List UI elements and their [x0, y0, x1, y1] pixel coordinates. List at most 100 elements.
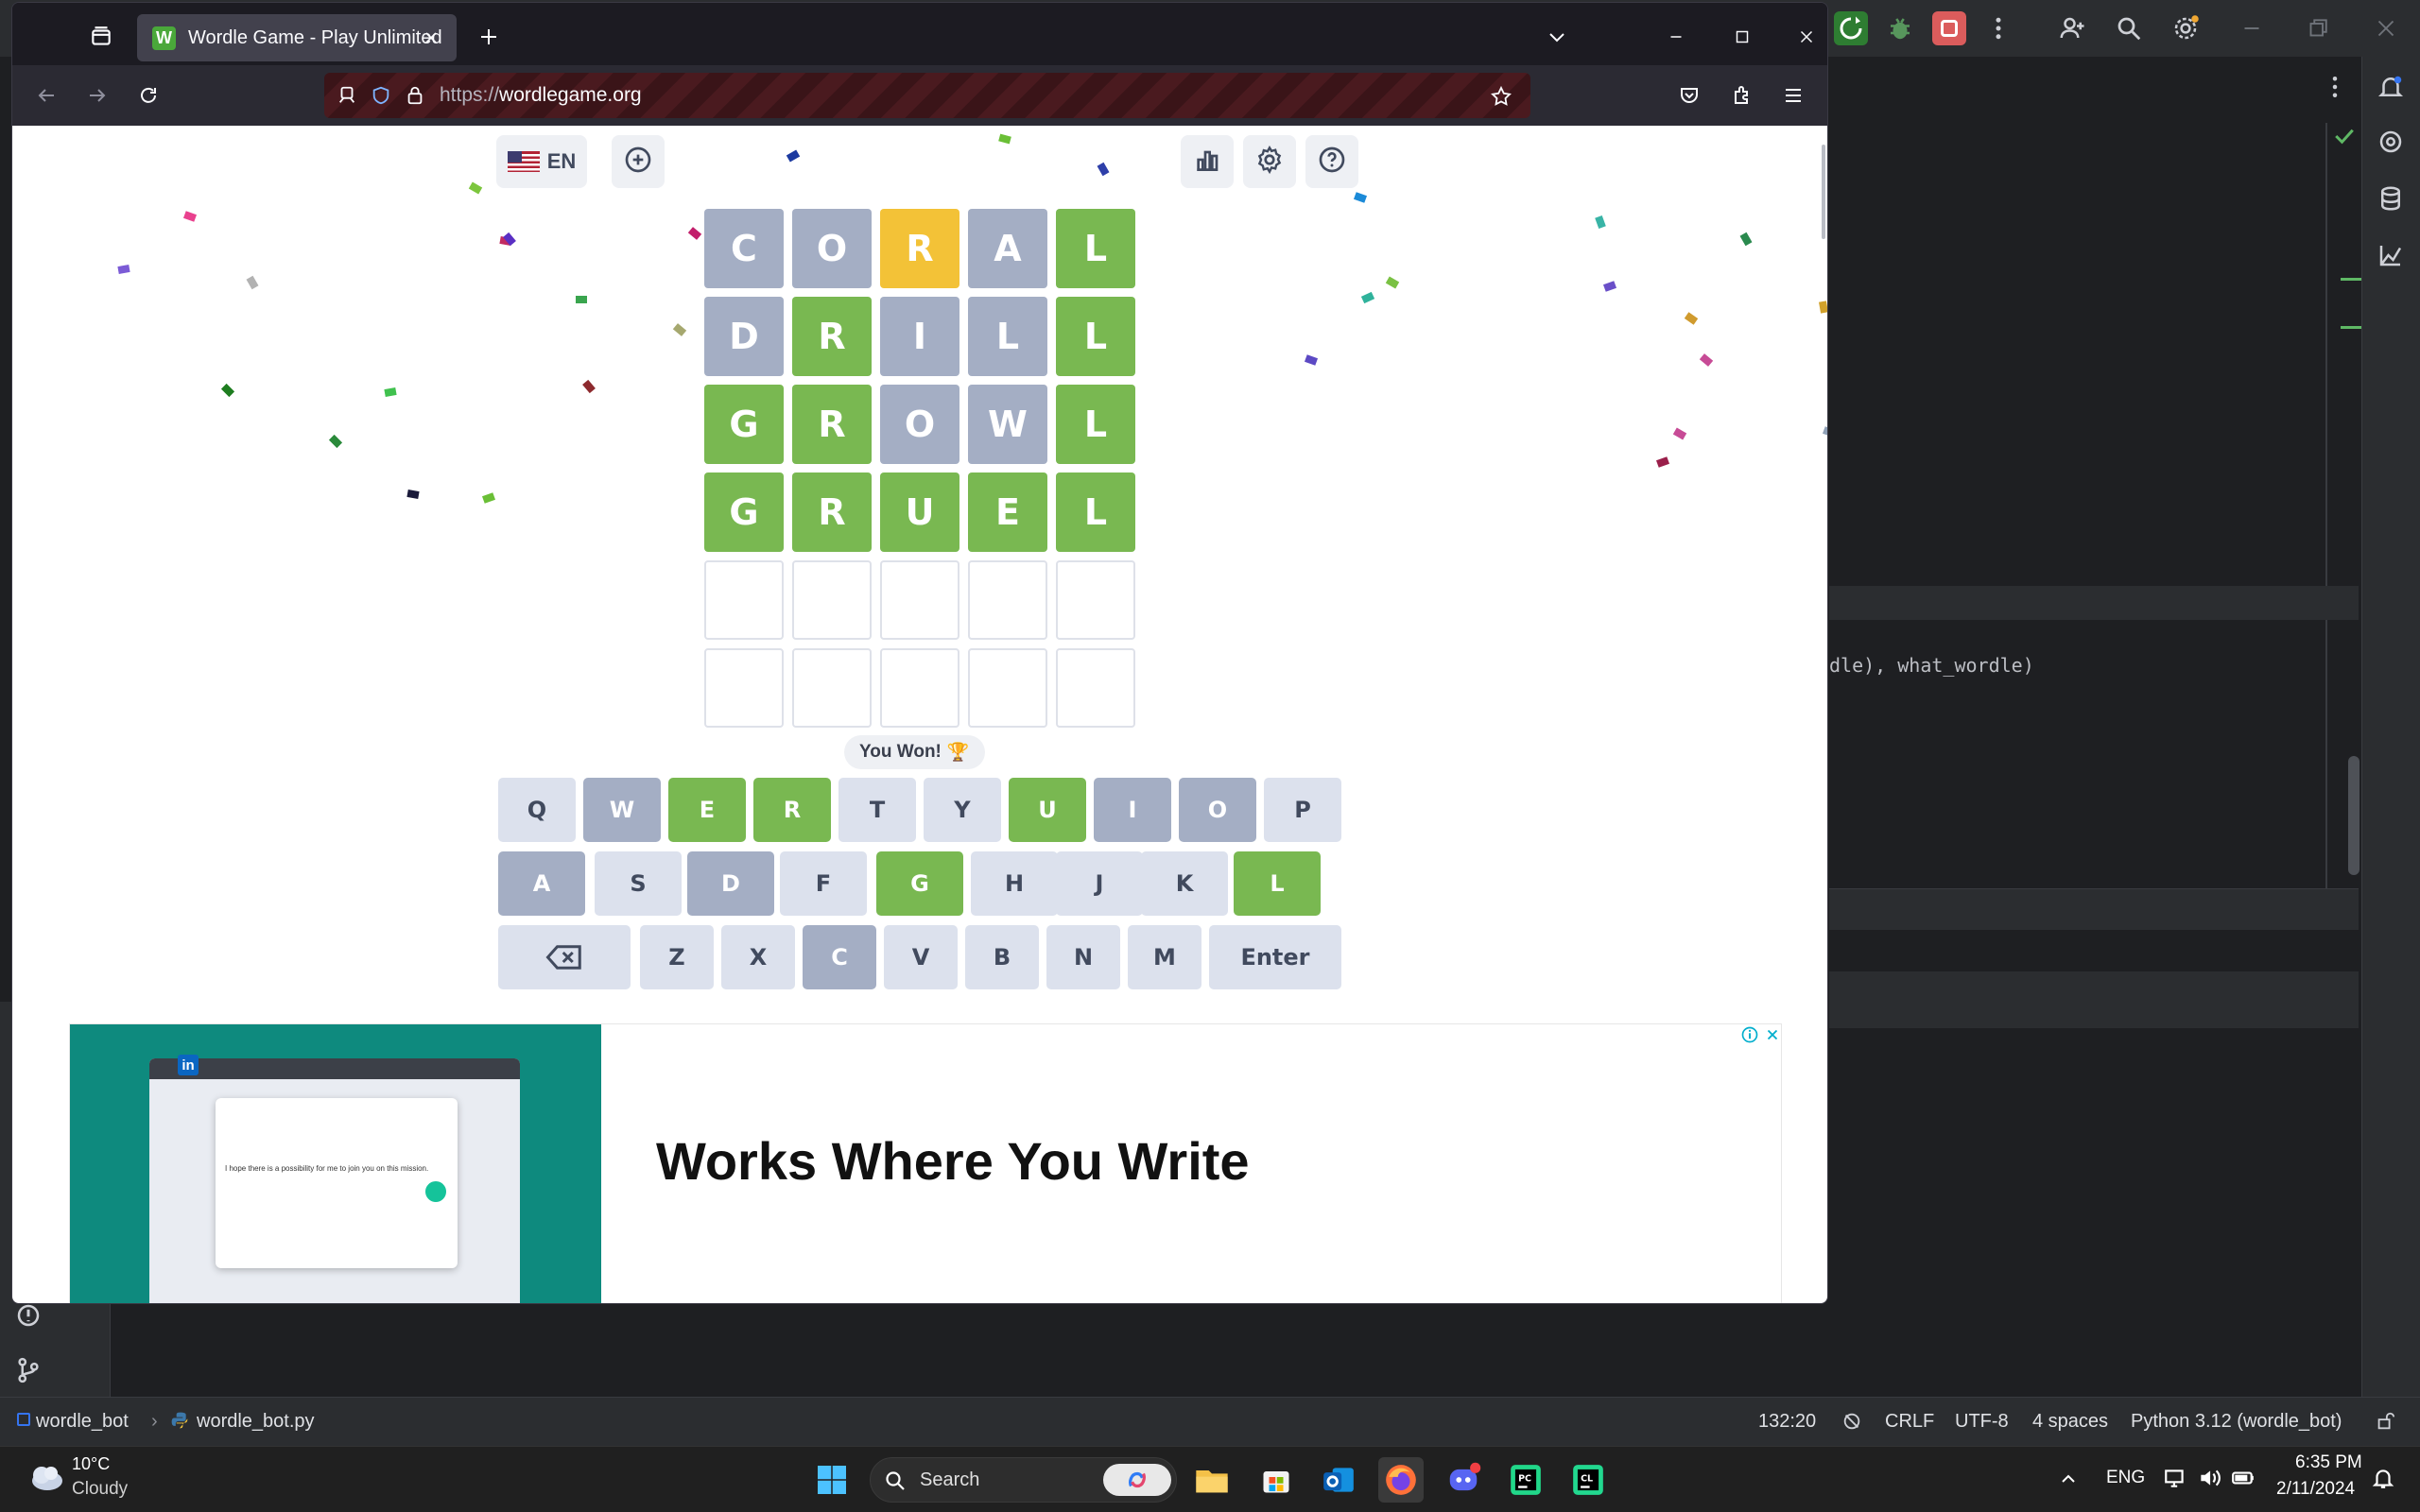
page-scrollbar[interactable]: [1822, 145, 1825, 239]
ad-image[interactable]: in I hope there is a possibility for me …: [70, 1024, 601, 1303]
key-p[interactable]: P: [1264, 778, 1341, 842]
database-icon[interactable]: [2374, 181, 2408, 215]
help-button[interactable]: [1305, 135, 1358, 188]
key-b[interactable]: B: [965, 925, 1039, 989]
store-icon[interactable]: [1253, 1457, 1299, 1503]
tray-overflow-icon[interactable]: [2057, 1468, 2080, 1495]
statistics-button[interactable]: [1181, 135, 1234, 188]
key-f[interactable]: F: [780, 851, 867, 916]
breadcrumb-file[interactable]: wordle_bot.py: [197, 1411, 315, 1433]
firefox-icon[interactable]: [1378, 1457, 1424, 1503]
clock-date[interactable]: 2/11/2024: [2276, 1479, 2355, 1500]
ai-assistant-icon[interactable]: [2374, 125, 2408, 159]
key-z[interactable]: Z: [640, 925, 714, 989]
key-l[interactable]: L: [1234, 851, 1321, 916]
notifications-icon[interactable]: [2374, 70, 2408, 104]
key-k[interactable]: K: [1141, 851, 1228, 916]
reload-icon[interactable]: [131, 78, 165, 112]
settings-button[interactable]: [1243, 135, 1296, 188]
search-icon[interactable]: [2112, 11, 2146, 45]
restore-icon[interactable]: [2301, 11, 2335, 45]
indent-setting[interactable]: 4 spaces: [2032, 1411, 2108, 1433]
input-language[interactable]: ENG: [2106, 1468, 2145, 1488]
readonly-toggle-icon[interactable]: [2375, 1411, 2395, 1432]
editor-scrollbar[interactable]: [2348, 756, 2360, 875]
key-i[interactable]: I: [1094, 778, 1171, 842]
close-icon[interactable]: [2369, 11, 2403, 45]
settings-icon[interactable]: [2169, 11, 2203, 45]
app-menu-icon[interactable]: [1776, 78, 1810, 112]
key-r[interactable]: R: [753, 778, 831, 842]
key-h[interactable]: H: [971, 851, 1058, 916]
pocket-icon[interactable]: [1672, 78, 1706, 112]
window-minimize-icon[interactable]: [1659, 20, 1693, 54]
forward-icon[interactable]: [80, 78, 114, 112]
back-icon[interactable]: [29, 78, 63, 112]
key-w[interactable]: W: [583, 778, 661, 842]
pycharm-icon[interactable]: PC: [1503, 1457, 1548, 1503]
backspace-key[interactable]: [498, 925, 631, 989]
line-ending[interactable]: CRLF: [1885, 1411, 1934, 1433]
ai-status-icon[interactable]: [1841, 1411, 1862, 1432]
firefox-view-icon[interactable]: [82, 18, 120, 56]
debug-icon[interactable]: [1883, 11, 1917, 45]
key-n[interactable]: N: [1046, 925, 1120, 989]
git-icon[interactable]: [11, 1353, 45, 1387]
start-icon[interactable]: [809, 1457, 855, 1503]
key-d[interactable]: D: [687, 851, 774, 916]
language-button[interactable]: EN: [496, 135, 587, 188]
tab-wordle[interactable]: W Wordle Game - Play Unlimited: [137, 14, 457, 61]
battery-icon[interactable]: [2231, 1466, 2256, 1495]
file-explorer-icon[interactable]: [1189, 1457, 1235, 1503]
breadcrumb-project[interactable]: wordle_bot: [36, 1411, 129, 1433]
key-u[interactable]: U: [1009, 778, 1086, 842]
list-tabs-icon[interactable]: [1540, 20, 1574, 54]
key-a[interactable]: A: [498, 851, 585, 916]
minimize-icon[interactable]: [2235, 11, 2269, 45]
stop-icon[interactable]: [1932, 11, 1966, 45]
inspection-ok-icon[interactable]: [2327, 119, 2361, 153]
discord-icon[interactable]: [1441, 1457, 1486, 1503]
clock-time[interactable]: 6:35 PM: [2295, 1452, 2362, 1473]
notification-bell-icon[interactable]: [2371, 1466, 2395, 1495]
key-c[interactable]: C: [803, 925, 876, 989]
more-icon[interactable]: [1981, 11, 2015, 45]
key-y[interactable]: Y: [924, 778, 1001, 842]
new-tab-icon[interactable]: [472, 20, 506, 54]
ad-headline[interactable]: Works Where You Write: [656, 1130, 1250, 1192]
key-v[interactable]: V: [884, 925, 958, 989]
python-interpreter[interactable]: Python 3.12 (wordle_bot): [2131, 1411, 2342, 1433]
copilot-icon[interactable]: [1103, 1464, 1171, 1496]
weather-desc[interactable]: Cloudy: [72, 1479, 128, 1500]
key-o[interactable]: O: [1179, 778, 1256, 842]
key-t[interactable]: T: [838, 778, 916, 842]
file-encoding[interactable]: UTF-8: [1955, 1411, 2009, 1433]
remote-control-icon[interactable]: [334, 82, 360, 109]
profiler-icon[interactable]: [2374, 238, 2408, 272]
tab-close-icon[interactable]: [419, 26, 443, 50]
url-bar[interactable]: https://wordlegame.org: [324, 73, 1530, 118]
volume-icon[interactable]: [2197, 1466, 2221, 1495]
advertisement[interactable]: in I hope there is a possibility for me …: [69, 1023, 1783, 1303]
weather-temp[interactable]: 10°C: [72, 1454, 110, 1474]
cursor-position[interactable]: 132:20: [1758, 1411, 1816, 1433]
enter-key[interactable]: Enter: [1209, 925, 1341, 989]
run-icon[interactable]: [1834, 11, 1868, 45]
add-user-icon[interactable]: [2055, 11, 2089, 45]
network-icon[interactable]: [2163, 1466, 2187, 1495]
ad-info-icon[interactable]: [1739, 1024, 1760, 1045]
bookmark-star-icon[interactable]: [1487, 82, 1515, 111]
key-j[interactable]: J: [1056, 851, 1143, 916]
extensions-icon[interactable]: [1725, 78, 1759, 112]
new-game-button[interactable]: [612, 135, 665, 188]
ad-close-icon[interactable]: [1762, 1024, 1783, 1045]
clion-icon[interactable]: CL: [1565, 1457, 1611, 1503]
tracking-protection-icon[interactable]: [368, 82, 394, 109]
lock-icon[interactable]: [402, 82, 428, 109]
key-m[interactable]: M: [1128, 925, 1201, 989]
key-x[interactable]: X: [721, 925, 795, 989]
key-g[interactable]: G: [876, 851, 963, 916]
outlook-icon[interactable]: [1316, 1457, 1361, 1503]
window-close-icon[interactable]: [1789, 20, 1824, 54]
key-q[interactable]: Q: [498, 778, 576, 842]
